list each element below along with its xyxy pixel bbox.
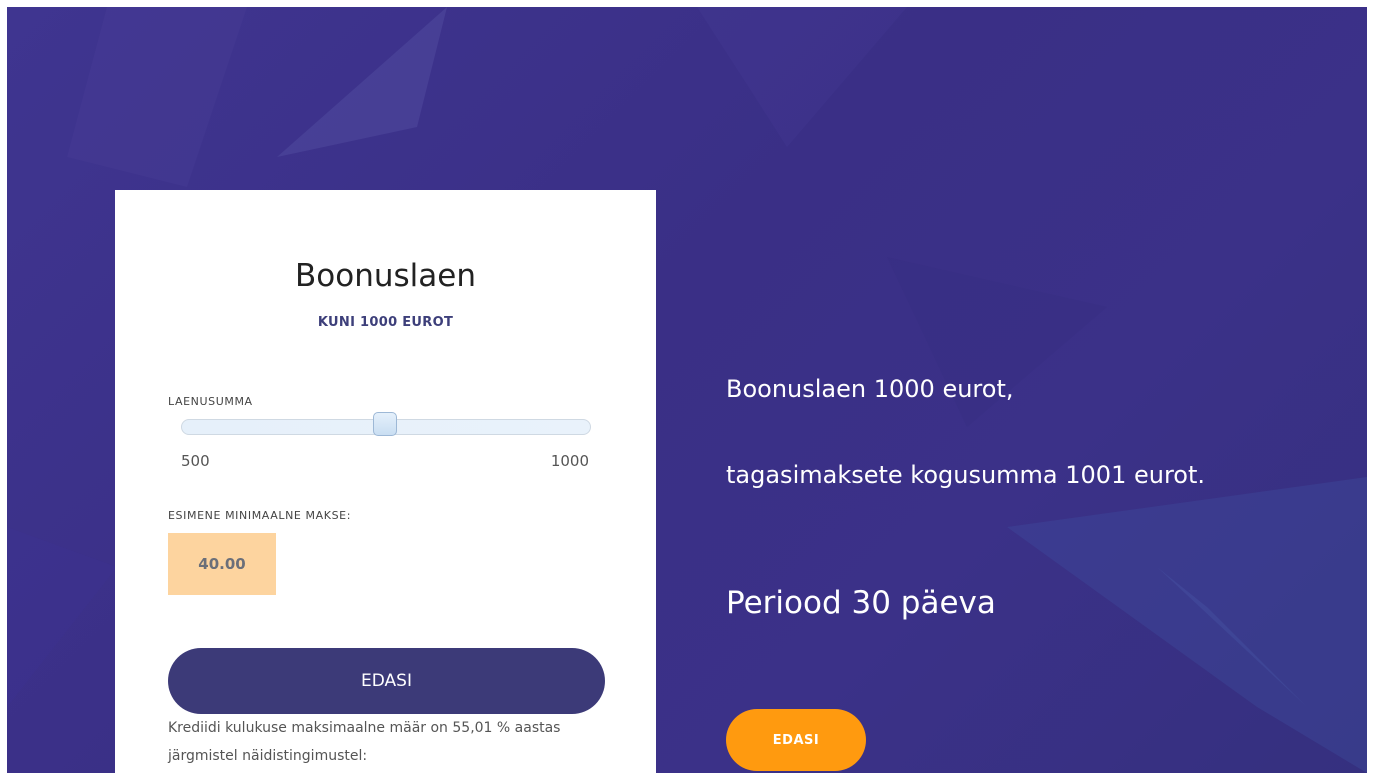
hero-period-text: Periood 30 päeva	[726, 585, 996, 621]
loan-amount-slider-handle[interactable]	[373, 412, 397, 436]
hero-continue-button[interactable]: EDASI	[726, 709, 866, 771]
hero-section: Boonuslaen KUNI 1000 EUROT LAENUSUMMA 50…	[7, 7, 1367, 773]
card-subtitle: KUNI 1000 EUROT	[317, 315, 454, 330]
card-title: Boonuslaen	[295, 258, 476, 294]
loan-calculator-card: Boonuslaen KUNI 1000 EUROT LAENUSUMMA 50…	[115, 190, 656, 773]
loan-amount-label: LAENUSUMMA	[168, 395, 253, 408]
hero-total-repayment-text: tagasimaksete kogusumma 1001 eurot.	[726, 461, 1206, 489]
slider-max-label: 1000	[550, 452, 589, 470]
card-continue-button[interactable]: EDASI	[168, 648, 605, 714]
hero-loan-amount-text: Boonuslaen 1000 eurot,	[726, 375, 1014, 403]
first-payment-label: ESIMENE MINIMAALNE MAKSE:	[168, 509, 352, 522]
credit-cost-disclaimer: Krediidi kulukuse maksimaalne määr on 55…	[168, 720, 561, 764]
slider-min-label: 500	[181, 452, 210, 470]
first-payment-value: 40.00	[168, 533, 276, 595]
